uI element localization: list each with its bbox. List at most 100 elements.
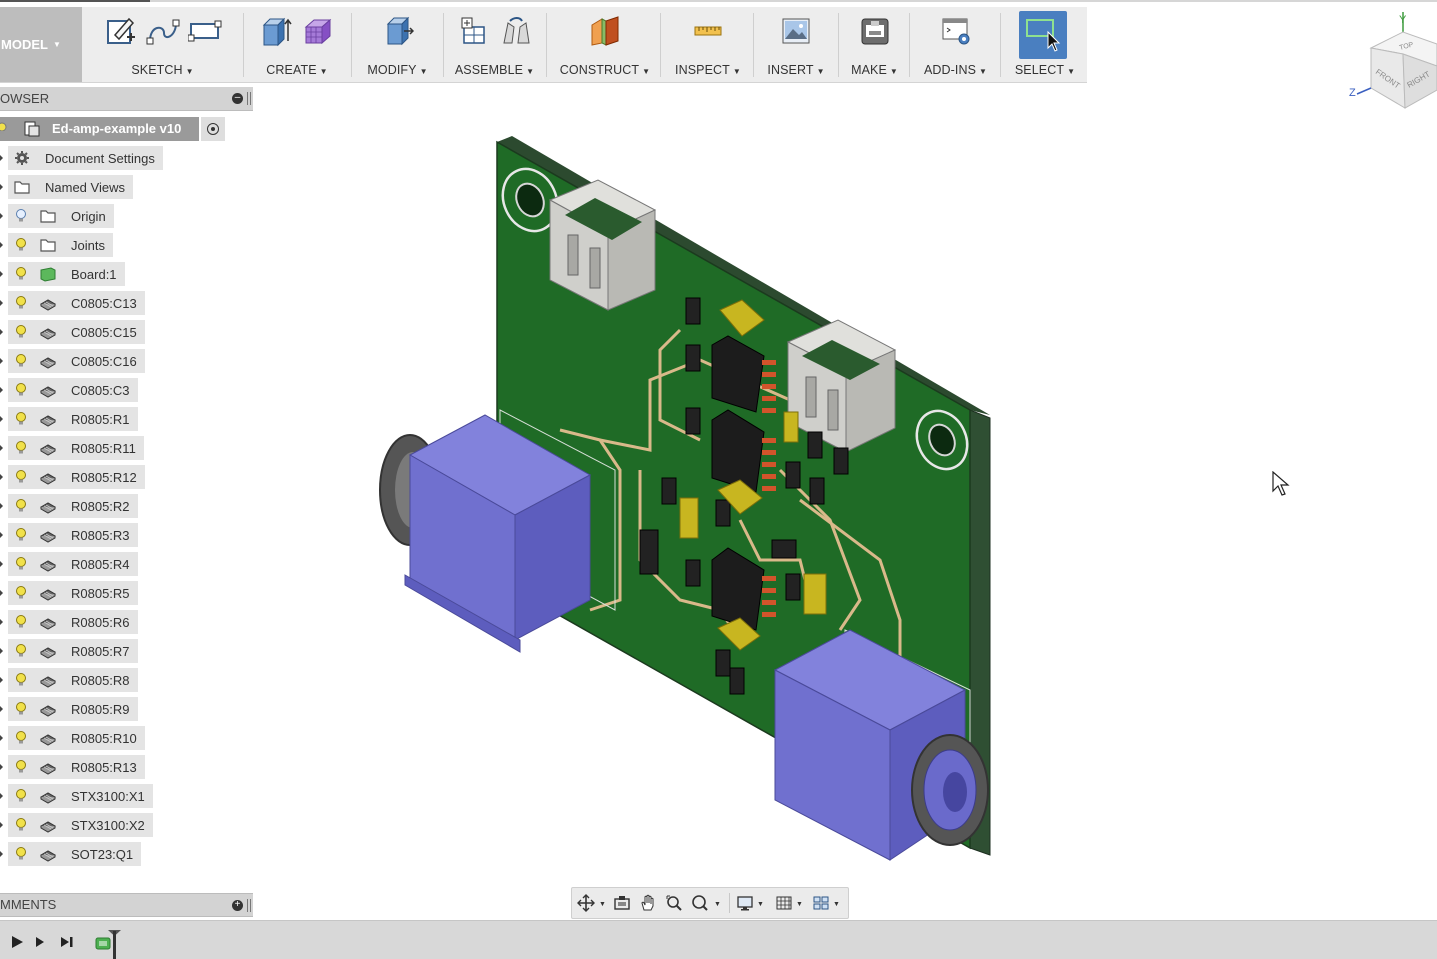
insert-group[interactable]: INSERT ▼ <box>757 7 835 82</box>
extrude-icon[interactable] <box>258 13 294 49</box>
expand-arrow-icon[interactable] <box>0 416 3 422</box>
expand-arrow-icon[interactable] <box>0 590 3 596</box>
expand-arrow-icon[interactable] <box>0 619 3 625</box>
rectangle-icon[interactable] <box>187 13 223 49</box>
canvas-viewport[interactable] <box>360 120 1010 880</box>
step-forward-icon[interactable] <box>33 934 49 950</box>
expand-icon[interactable]: + <box>232 900 243 911</box>
3d-print-icon[interactable] <box>857 13 893 49</box>
expand-arrow-icon[interactable] <box>0 213 3 219</box>
lightbulb-icon[interactable] <box>13 498 29 514</box>
lightbulb-icon[interactable] <box>13 817 29 833</box>
expand-arrow-icon[interactable] <box>0 387 3 393</box>
expand-arrow-icon[interactable] <box>0 474 3 480</box>
expand-arrow-icon[interactable] <box>0 648 3 654</box>
lightbulb-icon[interactable] <box>13 469 29 485</box>
browser-root-item[interactable]: Ed-amp-example v10 <box>0 117 225 141</box>
expand-arrow-icon[interactable] <box>0 445 3 451</box>
zoom-window-icon[interactable] <box>691 894 709 912</box>
create-group[interactable]: CREATE ▼ <box>247 7 347 82</box>
browser-panel-header[interactable]: OWSER – <box>0 87 253 111</box>
play-icon[interactable] <box>9 934 25 950</box>
expand-arrow-icon[interactable] <box>0 822 3 828</box>
orbit-icon[interactable] <box>577 894 595 912</box>
collapse-icon[interactable]: – <box>232 93 243 104</box>
lightbulb-icon[interactable] <box>13 788 29 804</box>
plane-icon[interactable] <box>587 13 623 49</box>
chevron-down-icon[interactable]: ▼ <box>599 901 606 908</box>
chevron-down-icon[interactable]: ▼ <box>833 901 840 908</box>
make-group[interactable]: MAKE ▼ <box>842 7 907 82</box>
assemble-group[interactable]: ASSEMBLE ▼ <box>447 7 542 82</box>
display-settings-icon[interactable] <box>736 894 754 912</box>
expand-arrow-icon[interactable] <box>0 706 3 712</box>
lightbulb-icon[interactable] <box>13 324 29 340</box>
expand-arrow-icon[interactable] <box>0 358 3 364</box>
add-ins-group[interactable]: ADD-INS ▼ <box>913 7 998 82</box>
new-component-icon[interactable] <box>456 13 492 49</box>
comments-panel-header[interactable]: MMENTS + <box>0 893 253 917</box>
spline-icon[interactable] <box>145 13 181 49</box>
chevron-down-icon[interactable]: ▼ <box>757 901 764 908</box>
lightbulb-icon[interactable] <box>13 411 29 427</box>
pan-icon[interactable] <box>639 894 657 912</box>
lightbulb-icon[interactable] <box>13 295 29 311</box>
workspace-switcher[interactable]: MODEL ▼ <box>0 7 82 82</box>
expand-arrow-icon[interactable] <box>0 851 3 857</box>
lightbulb-icon[interactable] <box>13 846 29 862</box>
expand-arrow-icon[interactable] <box>0 329 3 335</box>
expand-arrow-icon[interactable] <box>0 735 3 741</box>
look-at-icon[interactable] <box>613 894 631 912</box>
viewcube[interactable]: Y Z TOP FRONT RIGHT <box>1345 10 1437 120</box>
lightbulb-icon[interactable] <box>13 730 29 746</box>
timeline-marker[interactable] <box>113 931 116 959</box>
scripts-icon[interactable] <box>938 13 974 49</box>
expand-arrow-icon[interactable] <box>0 793 3 799</box>
sketch-create-icon[interactable] <box>103 13 139 49</box>
activate-radio[interactable] <box>201 117 225 141</box>
construct-group[interactable]: CONSTRUCT ▼ <box>550 7 660 82</box>
sketch-group[interactable]: SKETCH ▼ <box>85 7 240 82</box>
lightbulb-icon[interactable] <box>13 701 29 717</box>
grid-icon[interactable] <box>775 894 793 912</box>
lightbulb-icon[interactable] <box>13 672 29 688</box>
expand-arrow-icon[interactable] <box>0 677 3 683</box>
expand-arrow-icon[interactable] <box>0 242 3 248</box>
expand-arrow-icon[interactable] <box>0 271 3 277</box>
zoom-icon[interactable] <box>665 894 683 912</box>
lightbulb-icon[interactable] <box>0 121 10 137</box>
modify-group[interactable]: MODIFY ▼ <box>355 7 440 82</box>
lightbulb-icon[interactable] <box>13 643 29 659</box>
lightbulb-icon[interactable] <box>13 382 29 398</box>
expand-arrow-icon[interactable] <box>0 503 3 509</box>
insert-image-icon[interactable] <box>778 13 814 49</box>
lightbulb-icon[interactable] <box>13 353 29 369</box>
timeline-feature-icon[interactable] <box>95 935 113 951</box>
pin-icon[interactable] <box>247 899 251 912</box>
inspect-group[interactable]: INSPECT ▼ <box>664 7 752 82</box>
expand-arrow-icon[interactable] <box>0 764 3 770</box>
lightbulb-icon[interactable] <box>13 208 29 224</box>
expand-arrow-icon[interactable] <box>0 532 3 538</box>
skip-to-end-icon[interactable] <box>59 934 75 950</box>
pin-icon[interactable] <box>247 92 251 105</box>
lightbulb-icon[interactable] <box>13 266 29 282</box>
form-icon[interactable] <box>300 13 336 49</box>
lightbulb-icon[interactable] <box>13 440 29 456</box>
lightbulb-icon[interactable] <box>13 556 29 572</box>
lightbulb-icon[interactable] <box>13 614 29 630</box>
measure-icon[interactable] <box>690 13 726 49</box>
expand-arrow-icon[interactable] <box>0 561 3 567</box>
lightbulb-icon[interactable] <box>13 759 29 775</box>
expand-arrow-icon[interactable] <box>0 300 3 306</box>
select-group[interactable]: SELECT ▼ <box>1003 7 1087 82</box>
expand-arrow-icon[interactable] <box>0 184 3 190</box>
viewports-icon[interactable] <box>812 894 830 912</box>
joint-icon[interactable] <box>498 13 534 49</box>
chevron-down-icon[interactable]: ▼ <box>714 901 721 908</box>
expand-arrow-icon[interactable] <box>0 155 3 161</box>
lightbulb-icon[interactable] <box>13 237 29 253</box>
lightbulb-icon[interactable] <box>13 527 29 543</box>
lightbulb-icon[interactable] <box>13 585 29 601</box>
chevron-down-icon[interactable]: ▼ <box>796 901 803 908</box>
